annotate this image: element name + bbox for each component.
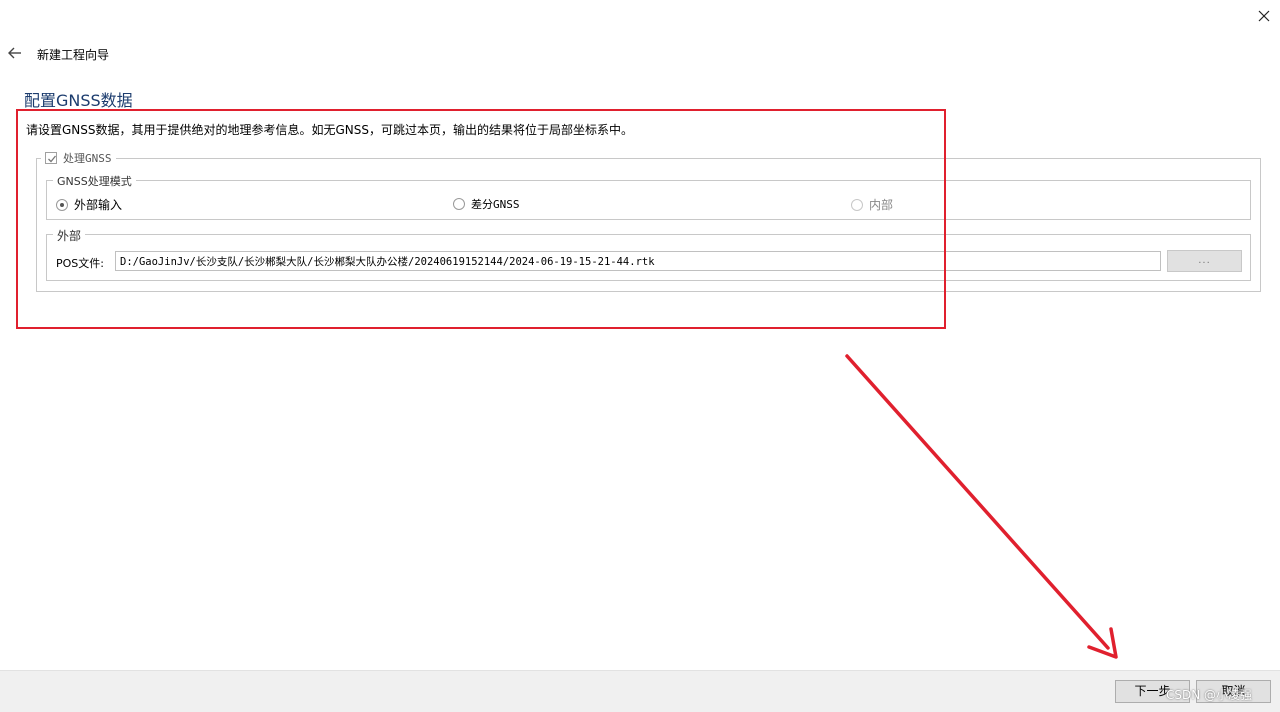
radio-differential-gnss-indicator[interactable]	[453, 198, 465, 210]
wizard-title: 新建工程向导	[37, 48, 110, 62]
pos-file-input[interactable]: D:/GaoJinJv/长沙支队/长沙郴梨大队/长沙郴梨大队办公楼/202406…	[115, 251, 1161, 271]
back-arrow-icon	[8, 47, 21, 59]
browse-button[interactable]: ...	[1167, 250, 1242, 272]
page-description: 请设置GNSS数据，其用于提供绝对的地理参考信息。如无GNSS，可跳过本页，输出…	[26, 123, 634, 137]
gnss-checkbox-legend: 处理GNSS	[41, 150, 116, 166]
close-icon	[1258, 10, 1270, 22]
process-gnss-label: 处理GNSS	[63, 152, 112, 165]
radio-differential-gnss[interactable]: 差分GNSS	[453, 196, 520, 212]
radio-internal-indicator[interactable]	[851, 198, 863, 211]
cancel-button[interactable]: 取消	[1196, 680, 1271, 703]
arrow-annotation-icon	[845, 354, 1118, 659]
pos-file-label: POS文件:	[56, 257, 104, 270]
process-gnss-checkbox[interactable]	[45, 152, 57, 164]
gnss-mode-legend: GNSS处理模式	[53, 173, 136, 189]
external-legend: 外部	[53, 227, 86, 244]
gnss-mode-groupbox	[46, 180, 1251, 220]
radio-differential-gnss-label: 差分GNSS	[471, 198, 520, 211]
radio-internal[interactable]: 内部	[851, 196, 893, 213]
close-button[interactable]	[1254, 6, 1274, 26]
checkmark-icon	[48, 155, 57, 163]
next-button[interactable]: 下一步	[1115, 680, 1190, 703]
radio-external-input-indicator[interactable]	[56, 198, 68, 211]
footer-bar	[0, 670, 1280, 712]
page-title: 配置GNSS数据	[24, 91, 133, 110]
radio-external-input[interactable]: 外部输入	[56, 196, 122, 213]
back-button[interactable]	[6, 45, 24, 61]
radio-internal-label: 内部	[869, 198, 894, 212]
radio-external-input-label: 外部输入	[74, 198, 123, 212]
